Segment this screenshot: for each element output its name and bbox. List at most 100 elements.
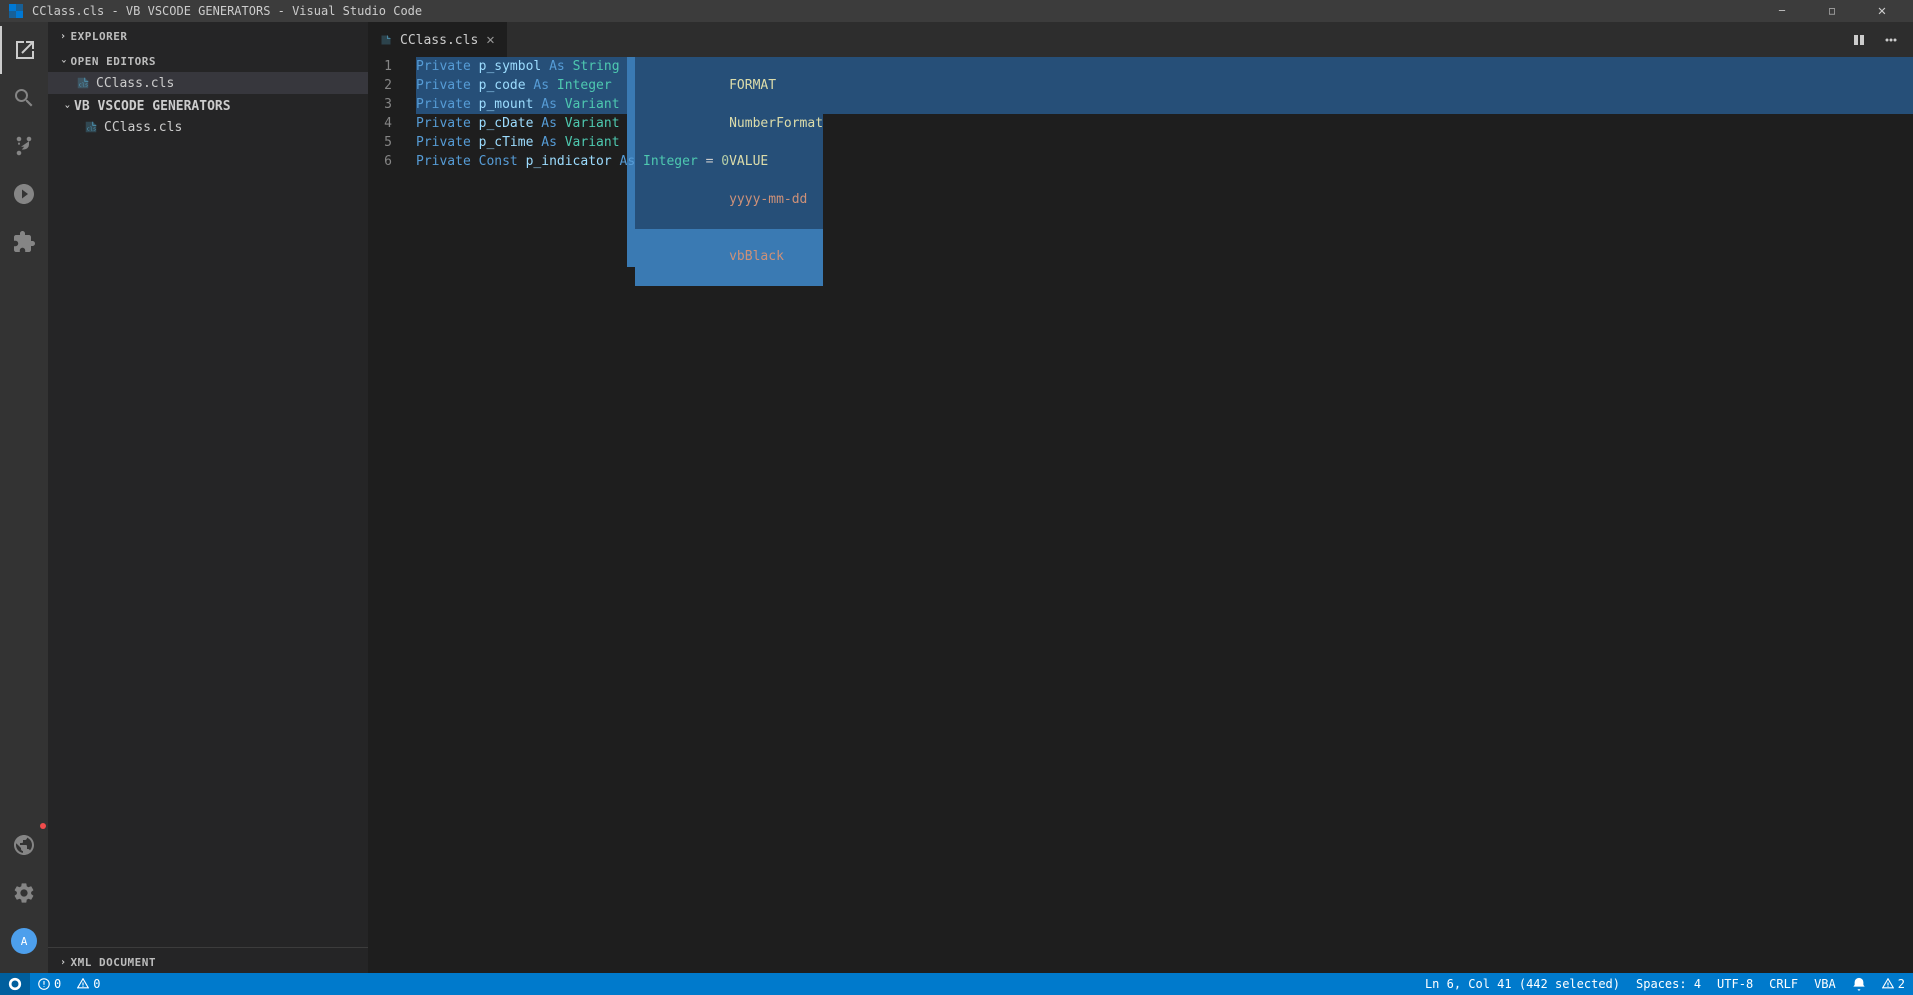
svg-text:cls: cls xyxy=(87,127,96,133)
explorer-chevron: › xyxy=(60,31,67,42)
vb-file-filename: CClass.cls xyxy=(104,120,182,135)
bell-icon xyxy=(1852,977,1866,991)
debug-icon xyxy=(12,182,36,206)
source-control-icon xyxy=(12,134,36,158)
open-editors-label: OPEN EDITORS xyxy=(71,55,156,68)
status-bar-left: 0 0 xyxy=(0,973,108,995)
line-num-1: 1 xyxy=(368,57,400,76)
status-alerts[interactable]: 2 xyxy=(1874,973,1913,995)
status-position[interactable]: Ln 6, Col 41 (442 selected) xyxy=(1417,973,1628,995)
top-right-buttons xyxy=(1845,22,1905,57)
open-editors-header[interactable]: › OPEN EDITORS xyxy=(48,47,368,72)
status-language-text: VBA xyxy=(1814,977,1836,991)
error-count: 0 xyxy=(54,977,61,991)
xml-doc-header[interactable]: › XML DOCUMENT xyxy=(48,948,368,973)
vb-file-cclass[interactable]: cls CClass.cls xyxy=(48,116,368,138)
split-editor-button[interactable] xyxy=(1845,26,1873,54)
extensions-icon xyxy=(12,230,36,254)
status-encoding[interactable]: UTF-8 xyxy=(1709,973,1761,995)
activity-bottom: A xyxy=(0,821,48,973)
status-errors[interactable]: 0 xyxy=(30,973,69,995)
tab-bar: CClass.cls ✕ xyxy=(368,22,1913,57)
more-actions-button[interactable] xyxy=(1877,26,1905,54)
code-line-5: Private p_cTime As Variant FORMAT Number… xyxy=(416,133,1913,152)
status-spaces-text: Spaces: 4 xyxy=(1636,977,1701,991)
code-line-6: Private Const p_indicator As Integer = 0 xyxy=(416,152,1913,171)
main-layout: A › EXPLORER › OPEN EDITORS cls CClass.c… xyxy=(0,22,1913,973)
xml-doc-section: › XML DOCUMENT xyxy=(48,947,368,973)
status-bar-right: Ln 6, Col 41 (442 selected) Spaces: 4 UT… xyxy=(1417,973,1913,995)
status-encoding-text: UTF-8 xyxy=(1717,977,1753,991)
window-title: CClass.cls - VB VSCODE GENERATORS - Visu… xyxy=(32,4,422,18)
tab-label: CClass.cls xyxy=(400,33,478,48)
explorer-title: EXPLORER xyxy=(71,30,128,43)
vb-generators-chevron: › xyxy=(62,103,73,109)
status-bar: 0 0 Ln 6, Col 41 (442 selected) Spaces: … xyxy=(0,973,1913,995)
status-line-ending-text: CRLF xyxy=(1769,977,1798,991)
status-language[interactable]: VBA xyxy=(1806,973,1844,995)
maximize-button[interactable]: □ xyxy=(1809,0,1855,22)
svg-text:cls: cls xyxy=(79,83,88,89)
status-line-ending[interactable]: CRLF xyxy=(1761,973,1806,995)
xml-doc-label: XML DOCUMENT xyxy=(71,956,156,969)
var-p-symbol: p_symbol xyxy=(479,57,542,76)
tab-close-button[interactable]: ✕ xyxy=(486,32,494,48)
line-numbers: 1 2 3 4 5 6 xyxy=(368,57,408,973)
file-tab-icon xyxy=(380,34,392,46)
activity-item-remote[interactable] xyxy=(0,821,48,869)
kw-as-1: As xyxy=(549,57,565,76)
sidebar: › EXPLORER › OPEN EDITORS cls CClass.cls… xyxy=(48,22,368,973)
search-icon xyxy=(12,86,36,110)
open-editor-file-cclass[interactable]: cls CClass.cls xyxy=(48,72,368,94)
file-icon-cls: cls xyxy=(76,76,90,90)
line-num-5: 5 xyxy=(368,133,400,152)
vb-generators-header[interactable]: › VB VSCODE GENERATORS xyxy=(48,94,368,116)
activity-item-search[interactable] xyxy=(0,74,48,122)
line-num-3: 3 xyxy=(368,95,400,114)
app-icon xyxy=(8,3,24,19)
avatar-circle: A xyxy=(11,928,37,954)
xml-doc-chevron: › xyxy=(60,957,67,968)
type-string: String xyxy=(573,57,620,76)
title-bar-controls: ─ □ ✕ xyxy=(1759,0,1905,22)
code-lines: Private p_symbol As String FORMATCOLOR B… xyxy=(408,57,1913,973)
warning-icon xyxy=(77,978,89,990)
split-editor-icon xyxy=(1851,32,1867,48)
line-num-2: 2 xyxy=(368,76,400,95)
tab-cclass[interactable]: CClass.cls ✕ xyxy=(368,22,507,57)
status-remote[interactable] xyxy=(0,973,30,995)
status-notifications[interactable] xyxy=(1844,973,1874,995)
vb-generators-label: VB VSCODE GENERATORS xyxy=(74,99,231,114)
explorer-header[interactable]: › EXPLORER xyxy=(48,22,368,47)
minimize-button[interactable]: ─ xyxy=(1759,0,1805,22)
file-icon-cls2: cls xyxy=(84,120,98,134)
editor-content[interactable]: 1 2 3 4 5 6 Private p_symbol As String xyxy=(368,57,1913,973)
activity-item-source-control[interactable] xyxy=(0,122,48,170)
line-num-4: 4 xyxy=(368,114,400,133)
remote-status-icon xyxy=(8,977,22,991)
settings-icon xyxy=(12,881,36,905)
alert-icon xyxy=(1882,978,1894,990)
user-avatar[interactable]: A xyxy=(0,917,48,965)
activity-item-settings[interactable] xyxy=(0,869,48,917)
explorer-icon xyxy=(13,38,37,62)
error-icon xyxy=(38,978,50,990)
open-editor-filename: CClass.cls xyxy=(96,76,174,91)
close-button[interactable]: ✕ xyxy=(1859,0,1905,22)
remote-icon xyxy=(12,833,36,857)
status-position-text: Ln 6, Col 41 (442 selected) xyxy=(1425,977,1620,991)
line-num-6: 6 xyxy=(368,152,400,171)
open-editors-chevron: › xyxy=(58,58,69,65)
activity-item-debug[interactable] xyxy=(0,170,48,218)
kw-private-1: Private xyxy=(416,57,471,76)
status-warnings[interactable]: 0 xyxy=(69,973,108,995)
status-alerts-count: 2 xyxy=(1898,977,1905,991)
warning-count: 0 xyxy=(93,977,100,991)
activity-bar: A xyxy=(0,22,48,973)
editor-area: CClass.cls ✕ 1 2 3 xyxy=(368,22,1913,973)
notification-dot xyxy=(40,823,46,829)
activity-item-explorer[interactable] xyxy=(0,26,48,74)
status-spaces[interactable]: Spaces: 4 xyxy=(1628,973,1709,995)
more-actions-icon xyxy=(1883,32,1899,48)
activity-item-extensions[interactable] xyxy=(0,218,48,266)
